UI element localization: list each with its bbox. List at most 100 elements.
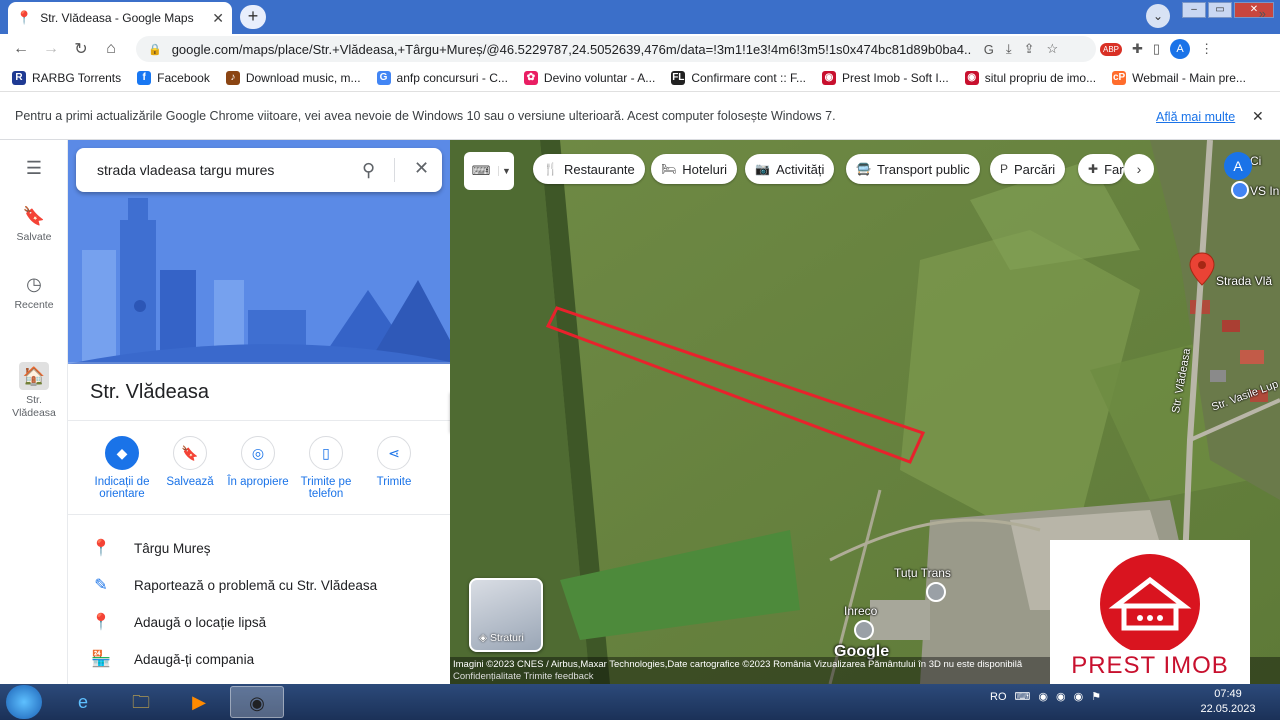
share-button[interactable]: ⋖ Trimite [358,436,430,488]
chip-hotels[interactable]: 🛏 Hoteluri [651,154,738,184]
bookmark-label: RARBG Torrents [32,70,122,85]
taskbar-clock[interactable]: 07:49 22.05.2023 [1200,687,1256,717]
media-player-icon[interactable]: ▶ [172,686,226,718]
camera-icon: 📷 [755,162,770,176]
add-location-icon: 📍 [91,614,111,631]
tab-title: Str. Vlădeasa - Google Maps [40,11,194,25]
business-pin-icon[interactable] [1231,181,1249,199]
nearby-button[interactable]: ◎ În apropiere [222,436,294,488]
bookmark-item[interactable]: ◉ Prest Imob - Soft I... [822,70,949,85]
info-row-label: Târgu Mureș [134,540,211,556]
place-hero-illustration: ⚲ ✕ [68,140,450,364]
reload-icon[interactable]: ↻ [66,39,96,59]
place-thumbnail-icon: 🏠 [19,362,49,390]
map-profile-avatar[interactable]: A [1224,152,1252,180]
chip-parking[interactable]: P Parcări [990,154,1066,184]
adblock-extension-icon[interactable]: ABP [1100,42,1123,56]
tutu-trans-pin-icon[interactable] [926,582,946,602]
chrome-taskbar-icon[interactable]: ◉ [230,686,284,718]
bookmarks-more-icon[interactable]: » [1259,6,1266,21]
keyboard-tray-icon[interactable]: ⌨ [1015,690,1031,703]
profile-avatar[interactable]: A [1170,39,1191,59]
attribution-text: Imagini ©2023 CNES / Airbus,Maxar Techno… [453,659,1023,670]
maps-favicon-icon: 📍 [16,10,33,25]
bookmark-item[interactable]: f Facebook [137,70,210,85]
share-icon[interactable]: ⇪ [1024,41,1035,57]
flag-icon[interactable]: ⚑ [1091,690,1101,703]
internet-explorer-icon[interactable]: e [56,686,110,718]
new-tab-button[interactable]: + [240,5,266,29]
chip-activities[interactable]: 📷 Activități [745,154,835,184]
info-row[interactable]: ✎ Raportează o problemă cu Str. Vlădeasa [68,567,450,603]
place-history-button[interactable]: 🏠 Str. Vlădeasa [0,362,68,420]
close-window-button[interactable]: ✕ [1234,2,1274,18]
back-icon[interactable]: ← [6,40,36,58]
side-panel-icon[interactable]: ▯ [1153,41,1160,57]
attribution-links[interactable]: Confidențialitate Trimite feedback [453,671,593,682]
search-box[interactable]: ⚲ ✕ [76,148,442,192]
install-icon[interactable]: ⤓ [1006,41,1012,57]
input-tools-button[interactable]: ⌨ ▼ [464,152,514,190]
recent-label: Recente [14,299,54,311]
chip-pharmacies[interactable]: ✚ Far [1078,154,1124,184]
windows-taskbar: e 🗀 ▶ ◉ RO ⌨ ◉ ◉ ◉ ⚑ 07:49 22.05.2023 [0,684,1280,720]
bookmark-item[interactable]: FL Confirmare cont :: F... [671,70,806,85]
map-street-label: Strada Vlă [1216,274,1273,288]
bookmark-item[interactable]: ♪ Download music, m... [225,70,361,85]
info-row[interactable]: 🏪 Adaugă-ți compania [68,641,450,677]
save-place-button[interactable]: 🔖 Salvează [154,436,226,488]
url-text[interactable]: google.com/maps/place/Str.+Vlădeasa,+Târ… [172,42,972,57]
saved-button[interactable]: 🔖 Salvate [0,206,68,243]
chip-restaurants[interactable]: 🍴 Restaurante [533,154,645,184]
chip-label: Transport public [876,161,970,177]
bookmark-favicon-icon: ◉ [964,70,979,85]
tray-app-icon[interactable]: ◉ [1056,690,1066,703]
chips-next-button[interactable]: › [1124,154,1154,184]
menu-dots-icon[interactable]: ⋮ [1200,41,1213,57]
bookmark-label: Webmail - Main pre... [1132,70,1246,85]
update-infobar: Pentru a primi actualizările Google Chro… [0,92,1280,140]
bookmark-item[interactable]: R RARBG Torrents [12,70,122,85]
menu-button[interactable]: ☰ [0,158,68,183]
chip-label: Far [1104,161,1124,177]
tab-close-icon[interactable]: ✕ [212,10,224,27]
lock-icon[interactable]: 🔒 [148,43,162,56]
language-indicator[interactable]: RO [990,691,1007,703]
send-to-phone-button[interactable]: ▯ Trimite pe telefon [290,436,362,500]
bookmark-item[interactable]: Ganfp concursuri - C... [376,70,508,85]
minimize-button[interactable]: – [1182,2,1206,18]
search-divider [394,158,395,182]
info-row[interactable]: 📍 Adaugă o locație lipsă [68,604,450,640]
home-icon[interactable]: ⌂ [96,40,126,58]
layers-button[interactable]: ◈ Straturi [469,578,543,652]
start-button[interactable] [6,685,42,719]
infobar-close-icon[interactable]: ✕ [1252,108,1264,125]
directions-button[interactable]: ◆ Indicații de orientare [86,436,158,500]
tab-search-button[interactable]: ⌄ [1146,4,1170,28]
address-bar[interactable]: 🔒 google.com/maps/place/Str.+Vlădeasa,+T… [136,36,1096,62]
recent-button[interactable]: ◷ Recente [0,274,68,311]
file-explorer-icon[interactable]: 🗀 [114,686,168,718]
forward-icon[interactable]: → [36,40,66,58]
search-input[interactable] [97,162,347,178]
inreco-pin-icon[interactable] [854,620,874,640]
bookmark-star-icon[interactable]: ☆ [1046,41,1058,57]
tray-app-icon[interactable]: ◉ [1074,690,1084,703]
chip-public-transport[interactable]: 🚍 Transport public [846,154,980,184]
chevron-down-icon[interactable]: ▼ [498,166,514,176]
maximize-button[interactable]: ▭ [1208,2,1232,18]
learn-more-link[interactable]: Află mai multe [1156,110,1235,124]
share-icon: ⋖ [377,436,411,470]
bookmark-item[interactable]: ◉ situl propriu de imo... [964,70,1096,85]
tray-app-icon[interactable]: ◉ [1038,690,1048,703]
bookmark-item[interactable]: ✿ Devino voluntar - A... [523,70,655,85]
google-lens-icon[interactable]: G [984,42,994,57]
browser-tab[interactable]: 📍 Str. Vlădeasa - Google Maps ✕ [8,2,232,34]
map-place-tutu-label: Tuțu Trans [894,566,951,580]
puzzle-extensions-icon[interactable]: ✚ [1132,41,1143,57]
bookmark-item[interactable]: cP Webmail - Main pre... [1112,70,1246,85]
search-icon[interactable]: ⚲ [362,160,375,181]
tab-strip: 📍 Str. Vlădeasa - Google Maps ✕ + ⌄ – ▭ … [0,0,1280,34]
info-row[interactable]: 📍 Târgu Mureș [68,530,450,566]
close-icon[interactable]: ✕ [414,158,429,179]
